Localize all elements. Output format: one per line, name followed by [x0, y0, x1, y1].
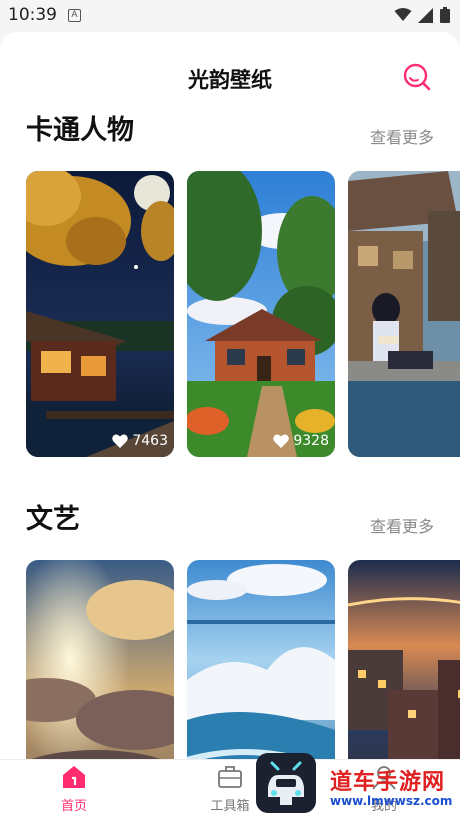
watermark-logo: [256, 753, 316, 813]
app-screen: 光韵壁纸 卡通人物 查看更多 7463 9328 文艺 查看更多 首页 工具箱 …: [0, 32, 460, 817]
see-more-cartoon[interactable]: 查看更多: [370, 124, 434, 148]
heart-icon: [112, 434, 129, 448]
watermark-site-name: 道车手游网: [330, 770, 446, 795]
see-more-art[interactable]: 查看更多: [370, 513, 434, 537]
watermark-text: 道车手游网 www.lmwwsz.com: [330, 764, 458, 808]
heart-icon: [273, 434, 290, 448]
wifi-icon: [394, 8, 412, 21]
app-title: 光韵壁纸: [188, 68, 272, 92]
like-count: 9328: [273, 433, 329, 449]
like-count: 7463: [112, 433, 168, 449]
home-icon: [63, 766, 85, 788]
signal-icon: [418, 7, 433, 23]
like-count-value: 7463: [132, 433, 168, 449]
status-time: 10:39: [8, 5, 57, 25]
wallpaper-card[interactable]: [348, 171, 460, 457]
tab-home-label: 首页: [60, 799, 87, 814]
search-icon[interactable]: [402, 62, 432, 92]
watermark-url: www.lmwwsz.com: [330, 794, 453, 808]
notification-badge: A: [68, 9, 81, 22]
status-bar: 10:39 A: [0, 0, 460, 32]
car-logo-icon: [268, 761, 304, 805]
cartoon-card-row[interactable]: 7463 9328: [26, 171, 460, 457]
section-title-art: 文艺: [26, 504, 80, 535]
wallpaper-card[interactable]: 9328: [187, 171, 335, 457]
toolbox-icon: [218, 766, 242, 788]
cottage-wallpaper: [187, 171, 335, 457]
battery-icon: [440, 7, 450, 23]
girl-reading-wallpaper: [348, 171, 460, 457]
section-title-cartoon: 卡通人物: [26, 115, 134, 146]
tab-home[interactable]: 首页: [34, 764, 114, 814]
wallpaper-card[interactable]: 7463: [26, 171, 174, 457]
pavilion-moon-wallpaper: [26, 171, 174, 457]
system-icons: [394, 7, 450, 23]
like-count-value: 9328: [293, 433, 329, 449]
